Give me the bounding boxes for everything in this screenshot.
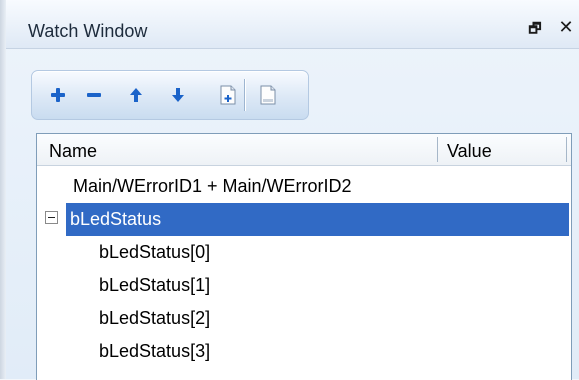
title-bar[interactable]: Watch Window 🗗 ✕ — [6, 0, 579, 49]
grid-header: Name Value — [37, 134, 571, 166]
watch-toolbar — [31, 70, 309, 120]
add-watch-button[interactable] — [46, 83, 70, 107]
column-header-name[interactable]: Name — [49, 141, 97, 162]
column-header-end — [566, 137, 567, 162]
watch-row[interactable]: Main/WErrorID1 + Main/WErrorID2 — [37, 170, 571, 203]
blank-page-button[interactable] — [256, 83, 280, 107]
window-title: Watch Window — [28, 21, 148, 41]
column-resize-handle[interactable] — [437, 137, 438, 162]
watch-expression: bLedStatus[2] — [99, 308, 211, 328]
collapse-toggle-icon[interactable] — [45, 211, 58, 224]
new-page-icon — [220, 85, 236, 105]
arrow-up-icon — [130, 88, 142, 102]
watch-expression: bLedStatus[3] — [99, 341, 211, 361]
toolbar-separator — [244, 79, 245, 111]
window-left-edge — [0, 0, 6, 379]
watch-window: Watch Window 🗗 ✕ Name Value Main/WErrorI… — [0, 0, 579, 380]
watch-grid: Name Value Main/WErrorID1 + Main/WErrorI… — [36, 133, 572, 380]
minus-icon — [87, 93, 101, 97]
plus-icon — [51, 88, 65, 102]
watch-expression: bLedStatus — [70, 209, 162, 229]
watch-expression: bLedStatus[0] — [99, 242, 211, 262]
watch-row[interactable]: bLedStatus[0] — [37, 236, 571, 269]
watch-row[interactable]: bLedStatus — [37, 203, 571, 236]
dock-pin-icon[interactable]: 🗗 — [528, 22, 542, 36]
close-icon[interactable]: ✕ — [558, 19, 574, 37]
move-up-button[interactable] — [124, 83, 148, 107]
watch-row[interactable]: bLedStatus[3] — [37, 335, 571, 368]
watch-row[interactable]: bLedStatus[2] — [37, 302, 571, 335]
page-icon — [260, 85, 276, 105]
watch-expression: bLedStatus[1] — [99, 275, 211, 295]
new-page-button[interactable] — [216, 83, 240, 107]
selected-row-highlight: bLedStatus — [66, 203, 569, 236]
remove-watch-button[interactable] — [82, 83, 106, 107]
watch-expression: Main/WErrorID1 + Main/WErrorID2 — [73, 176, 352, 196]
watch-row[interactable]: bLedStatus[1] — [37, 269, 571, 302]
move-down-button[interactable] — [166, 83, 190, 107]
column-header-value[interactable]: Value — [447, 141, 492, 162]
arrow-down-icon — [172, 88, 184, 102]
